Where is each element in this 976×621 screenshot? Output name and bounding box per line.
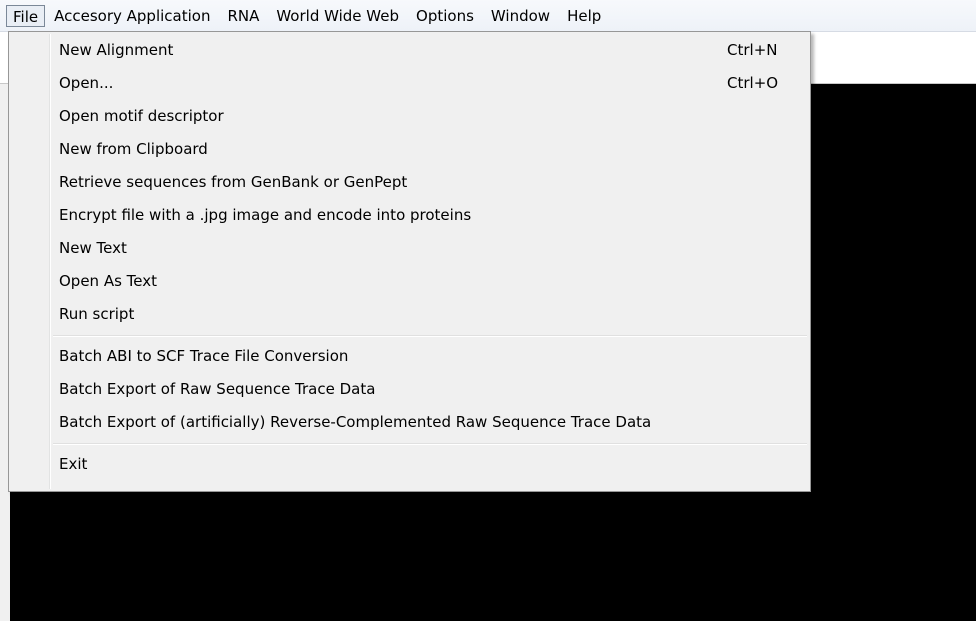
menu-bar: File Accesory Application RNA World Wide… bbox=[0, 0, 976, 32]
menu-item-batch-export-reverse-complemented[interactable]: Batch Export of (artificially) Reverse-C… bbox=[9, 406, 810, 439]
menu-file[interactable]: File bbox=[6, 4, 46, 27]
menu-separator bbox=[9, 331, 810, 340]
file-dropdown-menu: New Alignment Ctrl+N Open... Ctrl+O Open… bbox=[8, 31, 811, 492]
menu-item-label: Encrypt file with a .jpg image and encod… bbox=[59, 206, 472, 224]
menu-item-exit[interactable]: Exit bbox=[9, 448, 810, 481]
menu-item-label: Batch ABI to SCF Trace File Conversion bbox=[59, 347, 349, 365]
menu-separator bbox=[9, 439, 810, 448]
menu-item-retrieve-sequences[interactable]: Retrieve sequences from GenBank or GenPe… bbox=[9, 166, 810, 199]
menu-help[interactable]: Help bbox=[559, 5, 609, 27]
menu-rna[interactable]: RNA bbox=[219, 5, 267, 27]
menu-options[interactable]: Options bbox=[408, 5, 482, 27]
menu-accesory-application[interactable]: Accesory Application bbox=[46, 5, 218, 27]
menu-world-wide-web[interactable]: World Wide Web bbox=[268, 5, 407, 27]
menu-item-new-text[interactable]: New Text bbox=[9, 232, 810, 265]
menu-window[interactable]: Window bbox=[483, 5, 558, 27]
menu-item-shortcut: Ctrl+N bbox=[727, 41, 778, 59]
menu-item-label: Open... bbox=[59, 74, 114, 92]
menu-item-label: Batch Export of (artificially) Reverse-C… bbox=[59, 413, 652, 431]
menu-item-label: New Text bbox=[59, 239, 127, 257]
menu-item-new-from-clipboard[interactable]: New from Clipboard bbox=[9, 133, 810, 166]
menu-item-open-motif-descriptor[interactable]: Open motif descriptor bbox=[9, 100, 810, 133]
menu-item-label: Retrieve sequences from GenBank or GenPe… bbox=[59, 173, 408, 191]
menu-item-encrypt-file[interactable]: Encrypt file with a .jpg image and encod… bbox=[9, 199, 810, 232]
menu-item-new-alignment[interactable]: New Alignment Ctrl+N bbox=[9, 34, 810, 67]
menu-item-label: Open motif descriptor bbox=[59, 107, 224, 125]
menu-item-batch-abi-to-scf[interactable]: Batch ABI to SCF Trace File Conversion bbox=[9, 340, 810, 373]
menu-item-label: Batch Export of Raw Sequence Trace Data bbox=[59, 380, 376, 398]
menu-item-label: Exit bbox=[59, 455, 88, 473]
menu-item-label: New from Clipboard bbox=[59, 140, 208, 158]
menu-item-label: New Alignment bbox=[59, 41, 174, 59]
menu-item-shortcut: Ctrl+O bbox=[727, 74, 779, 92]
menu-item-label: Open As Text bbox=[59, 272, 158, 290]
menu-item-label: Run script bbox=[59, 305, 135, 323]
menu-item-open[interactable]: Open... Ctrl+O bbox=[9, 67, 810, 100]
menu-item-run-script[interactable]: Run script bbox=[9, 298, 810, 331]
menu-item-batch-export-raw-trace[interactable]: Batch Export of Raw Sequence Trace Data bbox=[9, 373, 810, 406]
menu-item-open-as-text[interactable]: Open As Text bbox=[9, 265, 810, 298]
